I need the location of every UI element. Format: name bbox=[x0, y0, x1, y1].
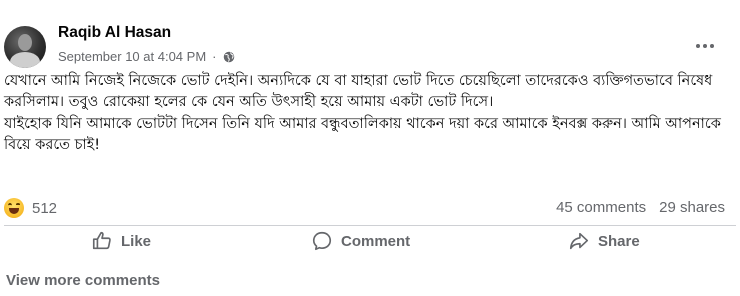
like-button[interactable]: Like bbox=[91, 230, 151, 252]
avatar[interactable] bbox=[4, 26, 46, 68]
comment-label: Comment bbox=[341, 232, 411, 250]
shares-count[interactable]: 29 shares bbox=[659, 199, 725, 216]
more-options-icon[interactable] bbox=[688, 36, 722, 56]
view-more-comments-link[interactable]: View more comments bbox=[6, 272, 160, 289]
thumbs-up-icon bbox=[92, 231, 111, 250]
more-dot bbox=[696, 44, 700, 48]
globe-icon[interactable] bbox=[223, 51, 235, 63]
comments-count[interactable]: 45 comments bbox=[556, 199, 646, 216]
more-dot bbox=[703, 44, 707, 48]
comment-button[interactable]: Comment bbox=[311, 230, 410, 252]
facebook-post: Raqib Al Hasan September 10 at 4:04 PM ·… bbox=[0, 0, 740, 296]
reaction-count[interactable]: 512 bbox=[32, 200, 57, 217]
post-meta: September 10 at 4:04 PM · bbox=[58, 49, 235, 64]
post-paragraph: যেখানে আমি নিজেই নিজেকে ভোট দেইনি। অন্যদ… bbox=[4, 73, 713, 111]
like-label: Like bbox=[121, 232, 152, 250]
haha-icon bbox=[4, 198, 24, 218]
comment-icon bbox=[312, 231, 332, 251]
avatar-shoulders bbox=[10, 52, 40, 68]
author-name[interactable]: Raqib Al Hasan bbox=[58, 24, 171, 42]
share-label: Share bbox=[598, 232, 640, 250]
more-dot bbox=[710, 44, 714, 48]
post-body: যেখানে আমি নিজেই নিজেকে ভোট দেইনি। অন্যদ… bbox=[4, 71, 734, 156]
meta-separator: · bbox=[212, 49, 217, 64]
engagement-counts: 45 comments 29 shares bbox=[556, 199, 725, 216]
reaction-summary[interactable]: 512 bbox=[4, 198, 57, 218]
avatar-face bbox=[18, 34, 32, 51]
post-paragraph: যাইহোক যিনি আমাকে ভোটটা দিসেন তিনি যদি আ… bbox=[4, 115, 721, 153]
post-timestamp[interactable]: September 10 at 4:04 PM bbox=[58, 49, 206, 64]
share-button[interactable]: Share bbox=[568, 230, 640, 252]
share-icon bbox=[569, 232, 589, 250]
action-bar: Like Comment Share bbox=[0, 226, 740, 258]
